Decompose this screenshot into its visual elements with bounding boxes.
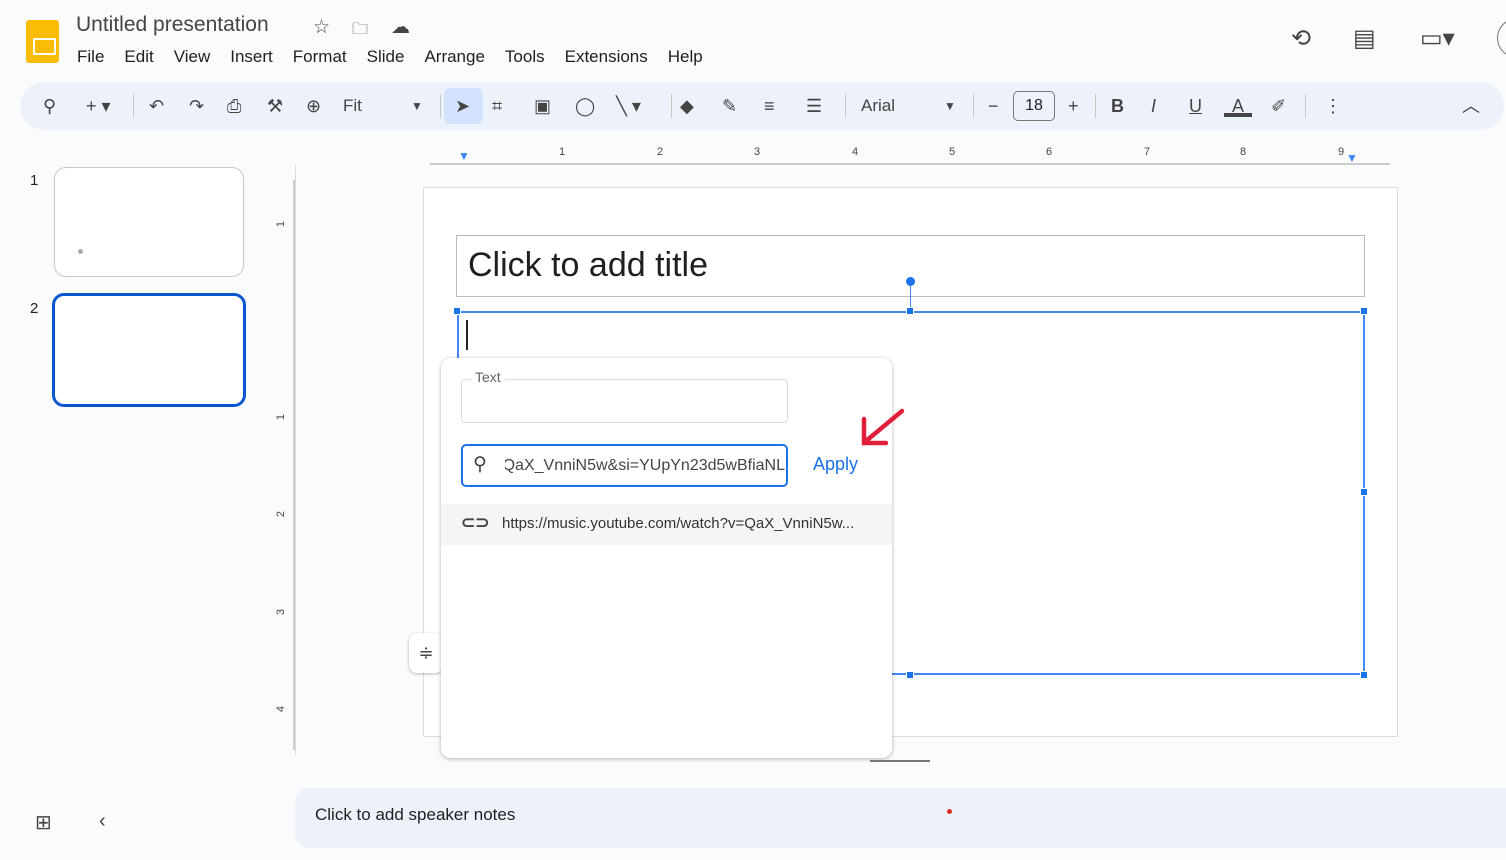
redo-icon[interactable]: ↷ <box>189 95 204 117</box>
zoom-select[interactable]: Fit <box>343 95 362 117</box>
star-icon[interactable]: ☆ <box>313 16 330 39</box>
shape-icon[interactable]: ◯ <box>575 95 595 117</box>
border-color-icon[interactable]: ✎ <box>722 95 737 117</box>
increase-font-icon[interactable]: + <box>1068 95 1079 117</box>
bold-icon[interactable]: B <box>1111 95 1124 117</box>
slide-thumbnail-1[interactable] <box>54 167 244 277</box>
resize-handle[interactable] <box>906 307 914 315</box>
resize-handle[interactable] <box>453 307 461 315</box>
undo-icon[interactable]: ↶ <box>149 95 164 117</box>
share-button[interactable] <box>1497 18 1506 58</box>
decrease-font-icon[interactable]: − <box>988 95 999 117</box>
cloud-saved-icon: ☁ <box>391 17 410 38</box>
slide-number: 1 <box>30 172 39 189</box>
move-folder-icon[interactable]: 🗀 <box>352 18 368 45</box>
border-weight-icon[interactable]: ≡ <box>764 95 775 117</box>
font-select[interactable]: Arial <box>861 95 895 117</box>
resize-handle[interactable] <box>1360 307 1368 315</box>
suggestion-url: https://music.youtube.com/watch?v=QaX_Vn… <box>502 515 855 532</box>
menu-slide[interactable]: Slide <box>367 47 405 67</box>
meet-icon[interactable]: ▭▾ <box>1420 24 1455 53</box>
version-history-icon[interactable]: ⟲ <box>1291 24 1311 53</box>
link-suggestion[interactable]: ⊂⊃ https://music.youtube.com/watch?v=QaX… <box>441 504 892 545</box>
chevron-down-icon[interactable]: ▼ <box>944 95 956 117</box>
link-text-field[interactable] <box>461 379 788 423</box>
print-icon[interactable]: ⎙ <box>227 95 241 117</box>
more-icon[interactable]: ⋮ <box>1324 95 1342 117</box>
right-indent-marker-icon[interactable]: ▼ <box>1346 151 1358 165</box>
text-field-label: Text <box>471 369 505 385</box>
grid-view-icon[interactable]: ⊞ <box>35 810 52 835</box>
menu-format[interactable]: Format <box>293 47 347 67</box>
notes-placeholder: Click to add speaker notes <box>315 805 516 824</box>
menu-extensions[interactable]: Extensions <box>565 47 648 67</box>
link-url-field[interactable]: ⚲ <box>461 444 788 487</box>
line-spacing-icon[interactable]: ≑ <box>409 633 443 673</box>
link-url-input[interactable] <box>505 446 785 485</box>
slide-thumbnail-2[interactable] <box>52 293 246 407</box>
resize-handle[interactable] <box>1360 488 1368 496</box>
menu-edit[interactable]: Edit <box>124 47 153 67</box>
font-size-input[interactable]: 18 <box>1013 91 1055 121</box>
horizontal-ruler[interactable] <box>430 163 1390 165</box>
annotation-arrow-icon <box>861 408 905 446</box>
insert-link-popup: Text ⚲ Apply ⊂⊃ https://music.youtube.co… <box>441 358 892 758</box>
slides-logo[interactable] <box>26 20 59 63</box>
menu-file[interactable]: File <box>77 47 104 67</box>
line-icon[interactable]: ╲ ▾ <box>616 95 641 117</box>
resize-handle[interactable] <box>1360 671 1368 679</box>
highlight-icon[interactable]: ✐ <box>1271 95 1286 117</box>
text-box-icon[interactable]: ⌗ <box>492 95 502 117</box>
speaker-notes[interactable]: Click to add speaker notes <box>295 788 1506 848</box>
select-cursor-icon[interactable]: ➤ <box>455 95 470 117</box>
new-slide-icon[interactable]: + ▾ <box>86 95 111 117</box>
menu-tools[interactable]: Tools <box>505 47 545 67</box>
search-icon: ⚲ <box>473 454 487 475</box>
indent-marker-icon[interactable]: ▼ <box>458 149 470 163</box>
paint-format-icon[interactable]: ⚒ <box>267 95 283 117</box>
menu-insert[interactable]: Insert <box>230 47 273 67</box>
comments-icon[interactable]: ▤ <box>1353 24 1376 53</box>
text-color-icon[interactable]: A <box>1224 95 1252 117</box>
document-title[interactable]: Untitled presentation <box>76 13 269 37</box>
chevron-down-icon[interactable]: ▼ <box>411 95 423 117</box>
search-menus-icon[interactable]: ⚲ <box>43 95 56 117</box>
vertical-ruler[interactable] <box>293 180 295 750</box>
fill-color-icon[interactable]: ◆ <box>680 95 694 117</box>
border-dash-icon[interactable]: ☰ <box>806 95 822 117</box>
image-icon[interactable]: ▣ <box>534 95 551 117</box>
italic-icon[interactable]: I <box>1151 95 1156 117</box>
apply-button[interactable]: Apply <box>813 454 858 475</box>
menu-view[interactable]: View <box>174 47 211 67</box>
collapse-filmstrip-icon[interactable]: ‹ <box>99 810 106 833</box>
collapse-toolbar-icon[interactable]: ︿ <box>1462 95 1480 117</box>
menu-help[interactable]: Help <box>668 47 703 67</box>
rotate-handle[interactable] <box>906 277 915 286</box>
slide-number: 2 <box>30 300 39 317</box>
text-cursor <box>466 320 468 350</box>
link-icon: ⊂⊃ <box>461 513 490 532</box>
underline-icon[interactable]: U <box>1189 95 1202 117</box>
menu-arrange[interactable]: Arrange <box>424 47 484 67</box>
zoom-icon[interactable]: ⊕ <box>306 95 321 117</box>
resize-handle[interactable] <box>906 671 914 679</box>
notes-resize-handle[interactable] <box>870 760 930 762</box>
menu-bar: File Edit View Insert Format Slide Arran… <box>77 47 723 67</box>
